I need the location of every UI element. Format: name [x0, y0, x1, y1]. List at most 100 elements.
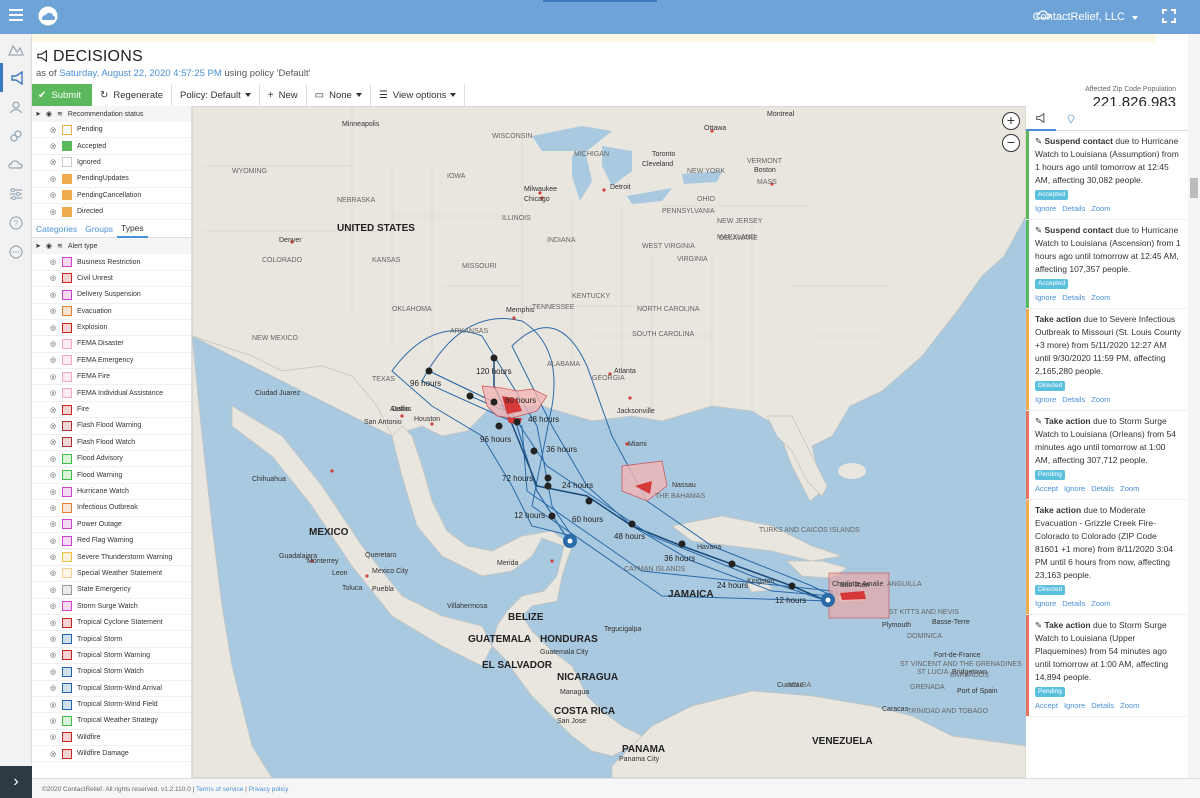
visibility-toggle-icon[interactable]: ◎ [48, 553, 58, 561]
visibility-toggle-icon[interactable]: ◎ [48, 455, 58, 463]
decision-details-link[interactable]: Details [1062, 204, 1085, 213]
alert-type-row[interactable]: ◎ Flood Advisory [32, 451, 191, 468]
status-row[interactable]: ◎ Accepted [32, 138, 191, 155]
decision-card[interactable]: ✎ Take action due to Storm Surge Watch t… [1026, 411, 1188, 500]
decision-details-link[interactable]: Details [1091, 701, 1114, 710]
alert-type-row[interactable]: ◎ Power Outage [32, 517, 191, 533]
contacts-icon[interactable] [0, 92, 32, 121]
regenerate-button[interactable]: ↻ Regenerate [92, 84, 173, 106]
alert-type-row[interactable]: ◎ Special Weather Statement [32, 566, 191, 583]
alert-type-row[interactable]: ◎ Business Restriction [32, 254, 191, 271]
decision-ignore-link[interactable]: Ignore [1064, 701, 1085, 710]
expand-nav-chevron-icon[interactable]: › [0, 766, 32, 798]
visibility-toggle-icon[interactable]: ◎ [48, 274, 58, 282]
visibility-toggle-icon[interactable]: ◎ [48, 668, 58, 676]
visibility-toggle-icon[interactable]: ◎ [48, 422, 58, 430]
hamburger-menu-icon[interactable] [9, 9, 23, 21]
decision-ignore-link[interactable]: Ignore [1064, 484, 1085, 493]
status-row[interactable]: ◎ Directed [32, 204, 191, 221]
page-scrollbar-top[interactable] [1188, 34, 1200, 106]
alert-type-row[interactable]: ◎ Tropical Cyclone Statement [32, 615, 191, 632]
alert-type-row[interactable]: ◎ Wildfire [32, 730, 191, 747]
decision-details-link[interactable]: Details [1062, 599, 1085, 608]
new-button[interactable]: + New [260, 84, 307, 106]
none-dropdown[interactable]: ▭ None [307, 84, 371, 106]
visibility-toggle-icon[interactable]: ◎ [48, 258, 58, 266]
tab-categories[interactable]: Categories [32, 220, 81, 238]
decision-ignore-link[interactable]: Ignore [1035, 599, 1056, 608]
visibility-toggle-icon[interactable]: ◎ [48, 340, 58, 348]
layers-icon[interactable]: ≋ [57, 110, 63, 118]
decision-card[interactable]: Take action due to Severe Infectious Out… [1026, 309, 1188, 411]
visibility-toggle-icon[interactable]: ◎ [48, 520, 58, 528]
decision-zoom-link[interactable]: Zoom [1120, 484, 1139, 493]
visibility-toggle-icon[interactable]: ◎ [48, 586, 58, 594]
location-arrow-icon[interactable]: ➤ [35, 110, 41, 118]
visibility-toggle-icon[interactable]: ◎ [48, 291, 58, 299]
alert-type-row[interactable]: ◎ Tropical Storm-Wind Arrival [32, 681, 191, 697]
tab-groups[interactable]: Groups [81, 220, 117, 238]
decision-details-link[interactable]: Details [1062, 293, 1085, 302]
policy-dropdown[interactable]: Policy: Default [172, 84, 260, 106]
visibility-toggle-icon[interactable]: ◎ [48, 537, 58, 545]
visibility-toggle-icon[interactable]: ◎ [48, 602, 58, 610]
alert-type-row[interactable]: ◎ Infectious Outbreak [32, 500, 191, 517]
visibility-toggle-icon[interactable]: ◎ [48, 684, 58, 692]
status-row[interactable]: ◎ Pending [32, 122, 191, 139]
decision-accept-link[interactable]: Accept [1035, 484, 1058, 493]
decision-zoom-link[interactable]: Zoom [1091, 395, 1110, 404]
alert-type-row[interactable]: ◎ Flash Flood Warning [32, 418, 191, 435]
visibility-toggle-icon[interactable]: ◎ [48, 406, 58, 414]
decisions-tab-megaphone-icon[interactable] [1026, 106, 1056, 131]
decision-ignore-link[interactable]: Ignore [1035, 204, 1056, 213]
visibility-toggle-icon[interactable]: ◎ [48, 356, 58, 364]
dashboard-icon[interactable] [0, 34, 32, 63]
alert-type-row[interactable]: ◎ Flash Flood Watch [32, 435, 191, 452]
decision-zoom-link[interactable]: Zoom [1091, 599, 1110, 608]
visibility-toggle-icon[interactable]: ◎ [48, 126, 58, 134]
link-icon[interactable] [0, 121, 32, 150]
status-row[interactable]: ◎ PendingCancellation [32, 188, 191, 204]
terms-link[interactable]: Terms of service [196, 786, 243, 793]
decision-card[interactable]: ✎ Suspend contact due to Hurricane Watch… [1026, 131, 1188, 220]
alert-type-row[interactable]: ◎ State Emergency [32, 582, 191, 599]
alert-type-row[interactable]: ◎ Flood Warning [32, 467, 191, 484]
status-row[interactable]: ◎ PendingUpdates [32, 171, 191, 188]
visibility-toggle-icon[interactable]: ◎ [48, 438, 58, 446]
alert-type-row[interactable]: ◎ Wildfire Damage [32, 746, 191, 763]
decisions-scrollbar[interactable] [1188, 106, 1200, 778]
eye-icon[interactable]: ◉ [46, 110, 52, 118]
zoom-in-button[interactable]: + [1002, 112, 1020, 130]
fullscreen-icon[interactable] [1161, 8, 1177, 24]
privacy-link[interactable]: Privacy policy [249, 786, 289, 793]
alert-type-row[interactable]: ◎ Fire [32, 402, 191, 419]
visibility-toggle-icon[interactable]: ◎ [48, 158, 58, 166]
alert-type-row[interactable]: ◎ Severe Thunderstorm Warning [32, 549, 191, 566]
decision-ignore-link[interactable]: Ignore [1035, 395, 1056, 404]
alert-type-row[interactable]: ◎ FEMA Disaster [32, 336, 191, 353]
alert-type-row[interactable]: ◎ Tropical Weather Strategy [32, 713, 191, 730]
alert-type-row[interactable]: ◎ Explosion [32, 320, 191, 337]
decision-zoom-link[interactable]: Zoom [1091, 204, 1110, 213]
decision-card[interactable]: Take action due to Moderate Evacuation -… [1026, 500, 1188, 615]
eye-icon[interactable]: ◉ [46, 242, 52, 250]
alerts-cloud-icon[interactable] [0, 150, 32, 179]
tab-types[interactable]: Types [116, 220, 148, 238]
zoom-out-button[interactable]: − [1002, 134, 1020, 152]
alert-type-row[interactable]: ◎ FEMA Individual Assistance [32, 385, 191, 402]
alert-type-row[interactable]: ◎ Tropical Storm Warning [32, 648, 191, 665]
visibility-toggle-icon[interactable]: ◎ [48, 471, 58, 479]
alert-type-row[interactable]: ◎ Tropical Storm-Wind Field [32, 697, 191, 714]
alert-type-row[interactable]: ◎ FEMA Emergency [32, 353, 191, 370]
decision-details-link[interactable]: Details [1091, 484, 1114, 493]
alert-type-row[interactable]: ◎ Storm Surge Watch [32, 599, 191, 615]
chat-icon[interactable] [0, 237, 32, 266]
visibility-toggle-icon[interactable]: ◎ [48, 733, 58, 741]
visibility-toggle-icon[interactable]: ◎ [48, 324, 58, 332]
map-pin-tab-icon[interactable] [1056, 106, 1086, 131]
decision-zoom-link[interactable]: Zoom [1091, 293, 1110, 302]
visibility-toggle-icon[interactable]: ◎ [48, 389, 58, 397]
visibility-toggle-icon[interactable]: ◎ [48, 701, 58, 709]
status-row[interactable]: ◎ Ignored [32, 155, 191, 172]
alert-type-row[interactable]: ◎ Tropical Storm Watch [32, 664, 191, 681]
